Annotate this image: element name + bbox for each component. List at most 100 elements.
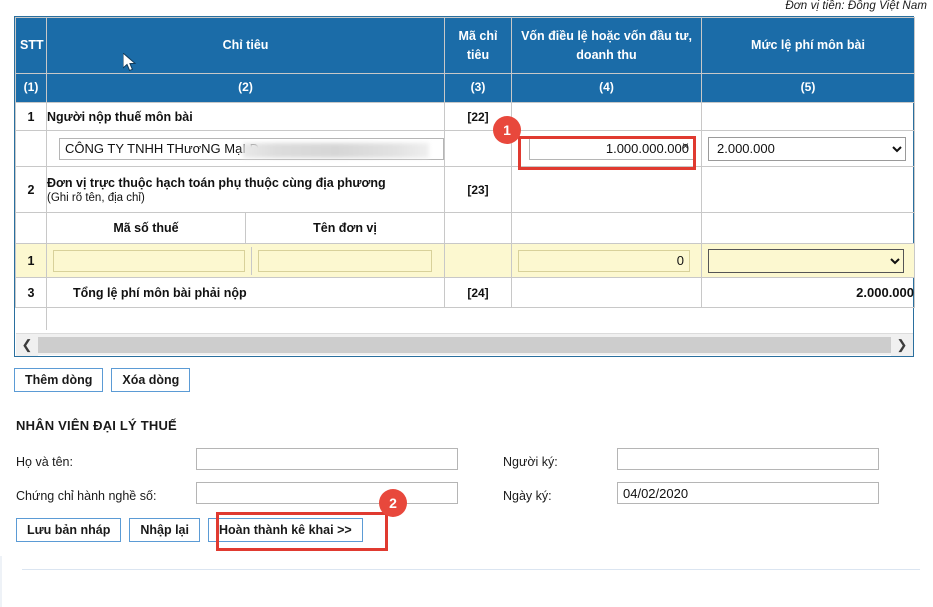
row1b-muc-cell: 2.000.000	[701, 130, 915, 167]
subhead-cell: Mã số thuế Tên đơn vị	[46, 212, 445, 244]
row3-muc-total: 2.000.000	[701, 277, 915, 308]
filler-4	[512, 308, 702, 330]
save-draft-button[interactable]: Lưu bản nháp	[16, 518, 122, 542]
table-body: 1 Người nộp thuế môn bài [22] CÔNG TY TN…	[15, 102, 915, 330]
table-header: STT Chỉ tiêu Mã chỉ tiêu Vốn điều lệ hoặ…	[15, 17, 915, 103]
filler-5	[702, 308, 915, 330]
row1-stt: 1	[15, 102, 47, 131]
row1-label: Người nộp thuế môn bài	[46, 102, 445, 131]
detail-row-cell	[46, 243, 445, 278]
row1b-company-cell	[46, 130, 445, 167]
von-input-wrap: ×	[512, 134, 701, 164]
chung-chi-label: Chứng chỉ hành nghề số:	[16, 489, 157, 503]
company-name-input[interactable]	[59, 137, 444, 160]
row3-ma: [24]	[444, 277, 512, 308]
nguoi-ky-label: Người ký:	[503, 455, 558, 469]
left-rail	[0, 556, 2, 607]
col-code-5: (5)	[701, 73, 915, 103]
row2-label: Đơn vị trực thuộc hạch toán phụ thuộc cù…	[47, 175, 386, 190]
reset-button[interactable]: Nhập lại	[129, 518, 200, 542]
add-row-button[interactable]: Thêm dòng	[14, 368, 104, 392]
filler-2	[47, 308, 445, 330]
annotation-badge-2: 2	[379, 489, 407, 517]
section-divider	[22, 569, 920, 570]
detail-von-input[interactable]	[518, 249, 690, 272]
row2-von-empty	[511, 166, 702, 213]
detail-von-wrap	[512, 246, 701, 276]
subhead-ten-don-vi: Tên đơn vị	[313, 221, 377, 235]
agent-section-title: NHÂN VIÊN ĐẠI LÝ THUẾ	[16, 418, 177, 433]
scroll-right-arrow-icon[interactable]: ❯	[891, 333, 913, 356]
subhead-ma-so-thue: Mã số thuế	[47, 213, 246, 243]
von-dieu-le-input[interactable]	[529, 137, 695, 160]
row2-muc-empty	[701, 166, 915, 213]
row3-label: Tổng lệ phí môn bài phải nộp	[46, 277, 445, 308]
detail-inner-table	[47, 246, 444, 275]
table-row: 1 Người nộp thuế môn bài [22]	[15, 102, 915, 131]
muc-select-wrap: 2.000.000	[702, 133, 914, 165]
row2-sublabel: (Ghi rõ tên, địa chỉ)	[47, 191, 145, 204]
scroll-track[interactable]	[38, 336, 891, 353]
mouse-cursor-icon	[122, 51, 137, 78]
ho-va-ten-input[interactable]	[196, 448, 458, 470]
row1-muc-empty	[701, 102, 915, 131]
ten-don-vi-input[interactable]	[258, 249, 432, 272]
detail-muc-wrap	[702, 245, 914, 277]
complete-declaration-button[interactable]: Hoàn thành kê khai >>	[207, 518, 363, 542]
horizontal-scrollbar[interactable]: ❮ ❯	[16, 333, 913, 356]
row3-stt: 3	[15, 277, 47, 308]
ngay-ky-input[interactable]	[617, 482, 879, 504]
ho-va-ten-label: Họ và tên:	[16, 455, 73, 469]
clear-icon[interactable]: ×	[682, 140, 689, 152]
annotation-badge-1: 1	[493, 116, 521, 144]
table-row: × 2.000.000	[15, 130, 915, 167]
col-header-muc-le-phi: Mức lệ phí môn bài	[701, 17, 915, 74]
nguoi-ky-input[interactable]	[617, 448, 879, 470]
col-header-von: Vốn điều lệ hoặc vốn đầu tư, doanh thu	[511, 17, 702, 74]
row1b-stt-empty	[15, 130, 47, 167]
row1b-von-cell: ×	[511, 130, 702, 167]
row2-ma: [23]	[444, 166, 512, 213]
declaration-table-frame: STT Chỉ tiêu Mã chỉ tiêu Vốn điều lệ hoặ…	[14, 16, 915, 357]
detail-ma-empty	[444, 243, 512, 278]
row2-stt: 2	[15, 166, 47, 213]
detail-muc-select[interactable]	[708, 248, 904, 273]
subhead-von-empty	[511, 212, 702, 244]
row-action-buttons: Thêm dòng Xóa dòng	[14, 368, 191, 392]
detail-ma-so-thue-cell	[47, 246, 252, 275]
subhead-muc-empty	[701, 212, 915, 244]
filler-1	[15, 307, 47, 330]
row1-von-empty	[511, 102, 702, 131]
detail-von-cell	[511, 243, 702, 278]
delete-row-button[interactable]: Xóa dòng	[111, 368, 191, 392]
table-header-row-titles: STT Chỉ tiêu Mã chỉ tiêu Vốn điều lệ hoặ…	[15, 17, 915, 74]
currency-unit-note: Đơn vị tiền: Đồng Việt Nam	[785, 0, 927, 12]
scroll-left-arrow-icon[interactable]: ❮	[16, 333, 38, 356]
tax-declaration-page: Đơn vị tiền: Đồng Việt Nam STT Chỉ tiêu	[0, 0, 933, 607]
col-code-4: (4)	[511, 73, 702, 103]
col-header-stt: STT	[15, 17, 47, 74]
table-header-row-codes: (1) (2) (3) (4) (5)	[15, 73, 915, 103]
row3-von	[511, 277, 702, 308]
col-code-3: (3)	[444, 73, 512, 103]
subhead-ma-empty	[444, 212, 512, 244]
table-filler-row	[15, 307, 915, 330]
chung-chi-hanh-nghe-input[interactable]	[196, 482, 458, 504]
subhead-stt-empty	[15, 212, 47, 244]
detail-ten-don-vi-cell	[251, 246, 444, 275]
detail-row-stt: 1	[15, 243, 47, 278]
filler-3	[445, 308, 512, 330]
subhead-inner-table: Mã số thuế Tên đơn vị	[47, 213, 444, 243]
table-subheader-row: Mã số thuế Tên đơn vị	[15, 212, 915, 244]
table-row: 2 Đơn vị trực thuộc hạch toán phụ thuộc …	[15, 166, 915, 213]
col-code-1: (1)	[15, 73, 47, 103]
subhead-inner-row: Mã số thuế Tên đơn vị	[47, 213, 444, 243]
declaration-table: STT Chỉ tiêu Mã chỉ tiêu Vốn điều lệ hoặ…	[15, 17, 915, 330]
ma-so-thue-input[interactable]	[53, 249, 245, 272]
bottom-action-buttons: Lưu bản nháp Nhập lại Hoàn thành kê khai…	[16, 518, 363, 542]
detail-muc-cell	[701, 243, 915, 278]
muc-le-phi-select[interactable]: 2.000.000	[708, 136, 906, 161]
col-header-chi-tieu-label: Chỉ tiêu	[222, 38, 269, 53]
table-row: 3 Tổng lệ phí môn bài phải nộp [24] 2.00…	[15, 277, 915, 308]
row2-label-cell: Đơn vị trực thuộc hạch toán phụ thuộc cù…	[46, 166, 445, 213]
